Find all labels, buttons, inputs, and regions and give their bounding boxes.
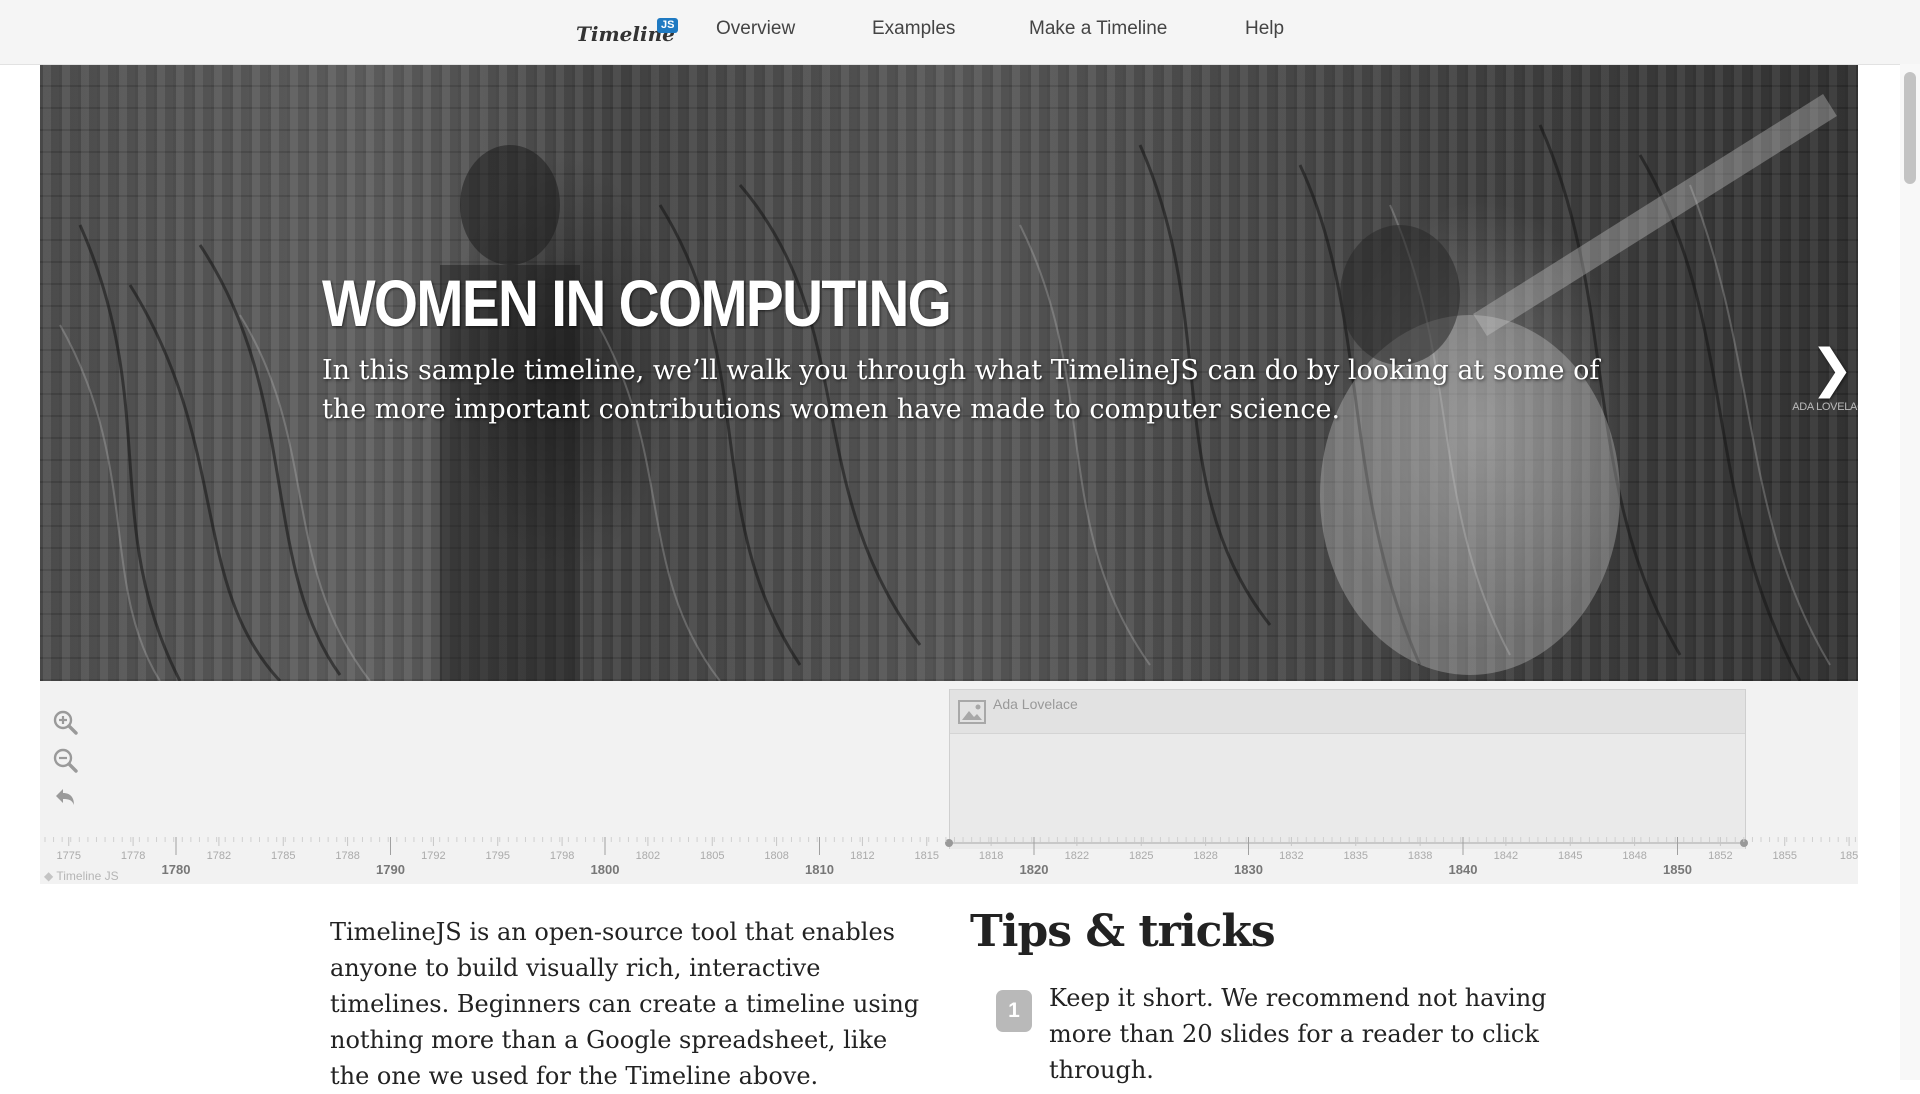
marker-title: Ada Lovelace xyxy=(993,696,1078,712)
minor-tick-label: 1778 xyxy=(121,850,145,862)
major-tick-label: 1850 xyxy=(1663,862,1692,877)
timeline-credit-label: Timeline JS xyxy=(56,869,119,883)
minor-tick-label: 1828 xyxy=(1193,850,1217,862)
tip-number-badge: 1 xyxy=(996,990,1032,1032)
nav-make-a-timeline[interactable]: Make a Timeline xyxy=(1029,18,1167,40)
page-scrollbar[interactable] xyxy=(1900,64,1920,1080)
top-navbar: Timeline JS Overview Examples Make a Tim… xyxy=(0,0,1920,65)
major-tick-label: 1780 xyxy=(162,862,191,877)
scroll-thumb[interactable] xyxy=(1904,72,1916,184)
minor-tick-label: 1815 xyxy=(915,850,939,862)
minor-tick-label: 1838 xyxy=(1408,850,1432,862)
minor-tick-label: 1788 xyxy=(335,850,359,862)
timeline-nav: Ada Lovelace 1775 1778 1782 1785 1788 1792 179… xyxy=(40,681,1858,884)
image-icon xyxy=(958,700,986,728)
minor-tick-label: 1792 xyxy=(421,850,445,862)
zoom-in-icon[interactable] xyxy=(52,709,78,735)
next-slide-button[interactable]: ❯ ADA LOVELACE xyxy=(1792,339,1858,431)
major-tick-label: 1810 xyxy=(805,862,834,877)
nav-examples[interactable]: Examples xyxy=(872,18,955,40)
timeline-credit[interactable]: ◆ Timeline JS xyxy=(44,869,119,883)
tips-heading: Tips & tricks xyxy=(970,906,1276,957)
next-slide-label: ADA LOVELACE xyxy=(1792,401,1858,413)
minor-tick-label: 1795 xyxy=(486,850,510,862)
slide-description: In this sample timeline, we’ll walk you … xyxy=(322,355,1600,425)
zoom-out-icon[interactable] xyxy=(52,747,78,773)
marker-header: Ada Lovelace xyxy=(950,689,1745,734)
major-tick-label: 1840 xyxy=(1449,862,1478,877)
minor-tick-label: 1825 xyxy=(1129,850,1153,862)
diamond-icon: ◆ xyxy=(44,869,54,883)
timeline-marker[interactable]: Ada Lovelace xyxy=(949,689,1746,849)
major-tick-label: 1830 xyxy=(1234,862,1263,877)
minor-tick-label: 1818 xyxy=(979,850,1003,862)
major-tick-label: 1790 xyxy=(376,862,405,877)
minor-tick-label: 1782 xyxy=(207,850,231,862)
minor-tick-label: 1805 xyxy=(700,850,724,862)
minor-tick-label: 1852 xyxy=(1708,850,1732,862)
minor-tick-label: 1845 xyxy=(1558,850,1582,862)
minor-tick-label: 1785 xyxy=(271,850,295,862)
chevron-right-icon: ❯ xyxy=(1810,339,1854,399)
minor-tick-label: 1812 xyxy=(850,850,874,862)
time-axis: 1775 1778 1782 1785 1788 1792 1795 1798 1802 1805… xyxy=(40,837,1858,884)
minor-tick-label: 1802 xyxy=(636,850,660,862)
minor-tick-label: 1798 xyxy=(550,850,574,862)
major-tick-label: 1820 xyxy=(1020,862,1049,877)
minor-tick-label: 1822 xyxy=(1065,850,1089,862)
minor-tick-label: 1775 xyxy=(57,850,81,862)
minor-tick-label: 1855 xyxy=(1773,850,1797,862)
back-to-start-icon[interactable] xyxy=(52,785,78,811)
minor-tick-label: 1832 xyxy=(1279,850,1303,862)
minor-tick-label: 1835 xyxy=(1344,850,1368,862)
minor-tick-label: 185 xyxy=(1840,850,1858,862)
nav-overview[interactable]: Overview xyxy=(716,18,795,40)
time-axis-ticks: 1775 1778 1782 1785 1788 1792 1795 1798 1802 1805… xyxy=(44,837,1858,877)
intro-paragraph: TimelineJS is an open-source tool that e… xyxy=(330,918,920,1090)
slide-title: WOMEN IN COMPUTING xyxy=(322,266,952,340)
minor-tick-label: 1842 xyxy=(1494,850,1518,862)
tip-text: Keep it short. We recommend not having m… xyxy=(1049,984,1547,1084)
major-tick-label: 1800 xyxy=(591,862,620,877)
brand-badge: JS xyxy=(657,18,679,33)
nav-help[interactable]: Help xyxy=(1245,18,1284,40)
minor-tick-label: 1848 xyxy=(1622,850,1646,862)
title-slide: WOMEN IN COMPUTING In this sample timeli… xyxy=(40,65,1858,681)
minor-tick-label: 1808 xyxy=(764,850,788,862)
